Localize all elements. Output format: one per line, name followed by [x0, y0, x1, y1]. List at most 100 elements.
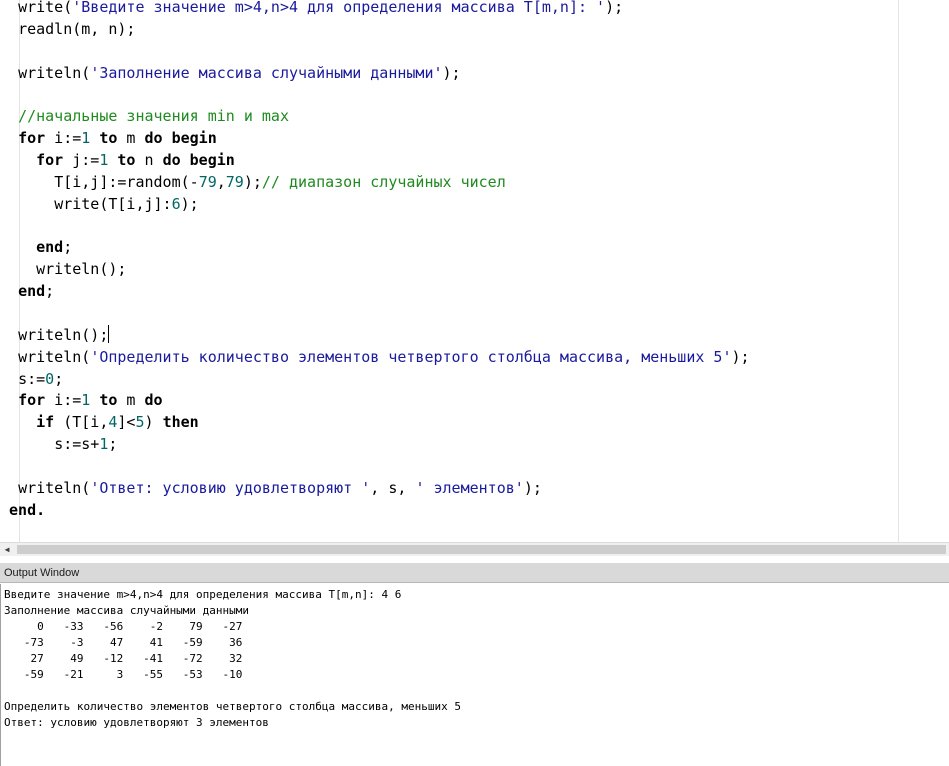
code-token: begin	[189, 151, 235, 170]
output-line: 27 49 -12 -41 -72 32	[4, 652, 243, 665]
code-line[interactable]: for i:=1 to m do	[0, 390, 750, 412]
code-editor[interactable]: write('Введите значение m>4,n>4 для опре…	[0, 0, 949, 542]
code-line[interactable]: s:=0;	[0, 369, 750, 391]
output-line: -73 -3 47 41 -59 36	[4, 636, 243, 649]
horizontal-scrollbar[interactable]: ◀	[0, 542, 949, 556]
code-token: );	[442, 63, 461, 82]
code-token: i:=	[45, 391, 82, 410]
code-token: 1	[81, 129, 91, 148]
code-line[interactable]: readln(m, n);	[0, 19, 750, 41]
code-token: );	[605, 0, 624, 16]
code-token: then	[162, 413, 199, 432]
code-line[interactable]: for i:=1 to m do begin	[0, 128, 750, 150]
code-token: ;	[45, 282, 55, 301]
code-token: T[i,j]:=random(-	[54, 172, 199, 191]
code-token: to	[99, 391, 118, 410]
code-area[interactable]: write('Введите значение m>4,n>4 для опре…	[0, 0, 750, 522]
code-token: to	[117, 151, 136, 170]
code-line[interactable]: if (T[i,4]<5) then	[0, 412, 750, 434]
code-line[interactable]: writeln('Заполнение массива случайными д…	[0, 63, 750, 85]
code-token: ' элементов'	[415, 478, 524, 497]
code-token: s:=s+	[54, 435, 100, 454]
code-line[interactable]: for j:=1 to n do begin	[0, 150, 750, 172]
code-line[interactable]: writeln();	[0, 324, 750, 347]
code-token: j:=	[63, 151, 100, 170]
code-token: for	[18, 391, 46, 410]
code-token: 'Заполнение массива случайными данными'	[90, 63, 443, 82]
code-token: writeln();	[36, 260, 127, 279]
code-line[interactable]	[0, 303, 750, 325]
output-line: Определить количество элементов четверто…	[4, 700, 461, 713]
code-token: i:=	[45, 129, 82, 148]
code-line[interactable]: writeln();	[0, 259, 750, 281]
code-token: end	[36, 238, 64, 257]
output-line: Введите значение m>4,n>4 для определения…	[4, 588, 402, 601]
scroll-left-arrow-icon[interactable]: ◀	[0, 543, 14, 556]
code-line[interactable]: end;	[0, 281, 750, 303]
code-token: 'Введите значение m>4,n>4 для определени…	[72, 0, 606, 16]
code-token: 'Ответ: условию удовлетворяют '	[90, 478, 371, 497]
code-line[interactable]	[0, 216, 750, 238]
code-line[interactable]: writeln('Определить количество элементов…	[0, 347, 750, 369]
code-token: n	[135, 151, 163, 170]
code-token: ;	[108, 435, 118, 454]
code-token: 6	[171, 194, 181, 213]
text-cursor	[108, 324, 110, 343]
code-line[interactable]	[0, 41, 750, 63]
code-line[interactable]: writeln('Ответ: условию удовлетворяют ',…	[0, 478, 750, 500]
code-token: (T[i,	[54, 413, 109, 432]
code-token: s:=	[18, 369, 46, 388]
code-line[interactable]: write('Введите значение m>4,n>4 для опре…	[0, 0, 750, 19]
code-line[interactable]: //начальные значения min и max	[0, 106, 750, 128]
code-token: if	[36, 413, 55, 432]
output-line: Ответ: условию удовлетворяют 3 элементов	[4, 716, 269, 729]
code-token: 1	[81, 391, 91, 410]
code-token: for	[36, 151, 64, 170]
output-window[interactable]: Введите значение m>4,n>4 для определения…	[0, 584, 949, 766]
code-token: ]<	[117, 413, 136, 432]
code-token: end	[9, 500, 37, 519]
code-token: write(	[18, 0, 73, 16]
code-token: ;	[54, 369, 64, 388]
code-token: 79	[198, 172, 217, 191]
code-line[interactable]: end;	[0, 237, 750, 259]
scrollbar-thumb[interactable]	[17, 545, 946, 554]
code-token: 5	[135, 413, 145, 432]
code-line[interactable]: s:=s+1;	[0, 434, 750, 456]
output-text: Введите значение m>4,n>4 для определения…	[4, 587, 461, 731]
code-token: to	[99, 129, 118, 148]
code-token: );	[523, 478, 542, 497]
code-token: .	[36, 500, 46, 519]
code-token: for	[18, 129, 46, 148]
code-token: writeln();	[18, 325, 109, 344]
code-token: );	[731, 347, 750, 366]
code-token: end	[18, 282, 46, 301]
code-line[interactable]: write(T[i,j]:6);	[0, 194, 750, 216]
code-line[interactable]: end.	[0, 500, 750, 522]
code-line[interactable]	[0, 84, 750, 106]
right-margin-line	[898, 0, 899, 542]
code-token: //начальные значения min и max	[18, 107, 289, 126]
code-line[interactable]: T[i,j]:=random(-79,79);// диапазон случа…	[0, 172, 750, 194]
code-token: m	[117, 129, 145, 148]
code-line[interactable]	[0, 456, 750, 478]
